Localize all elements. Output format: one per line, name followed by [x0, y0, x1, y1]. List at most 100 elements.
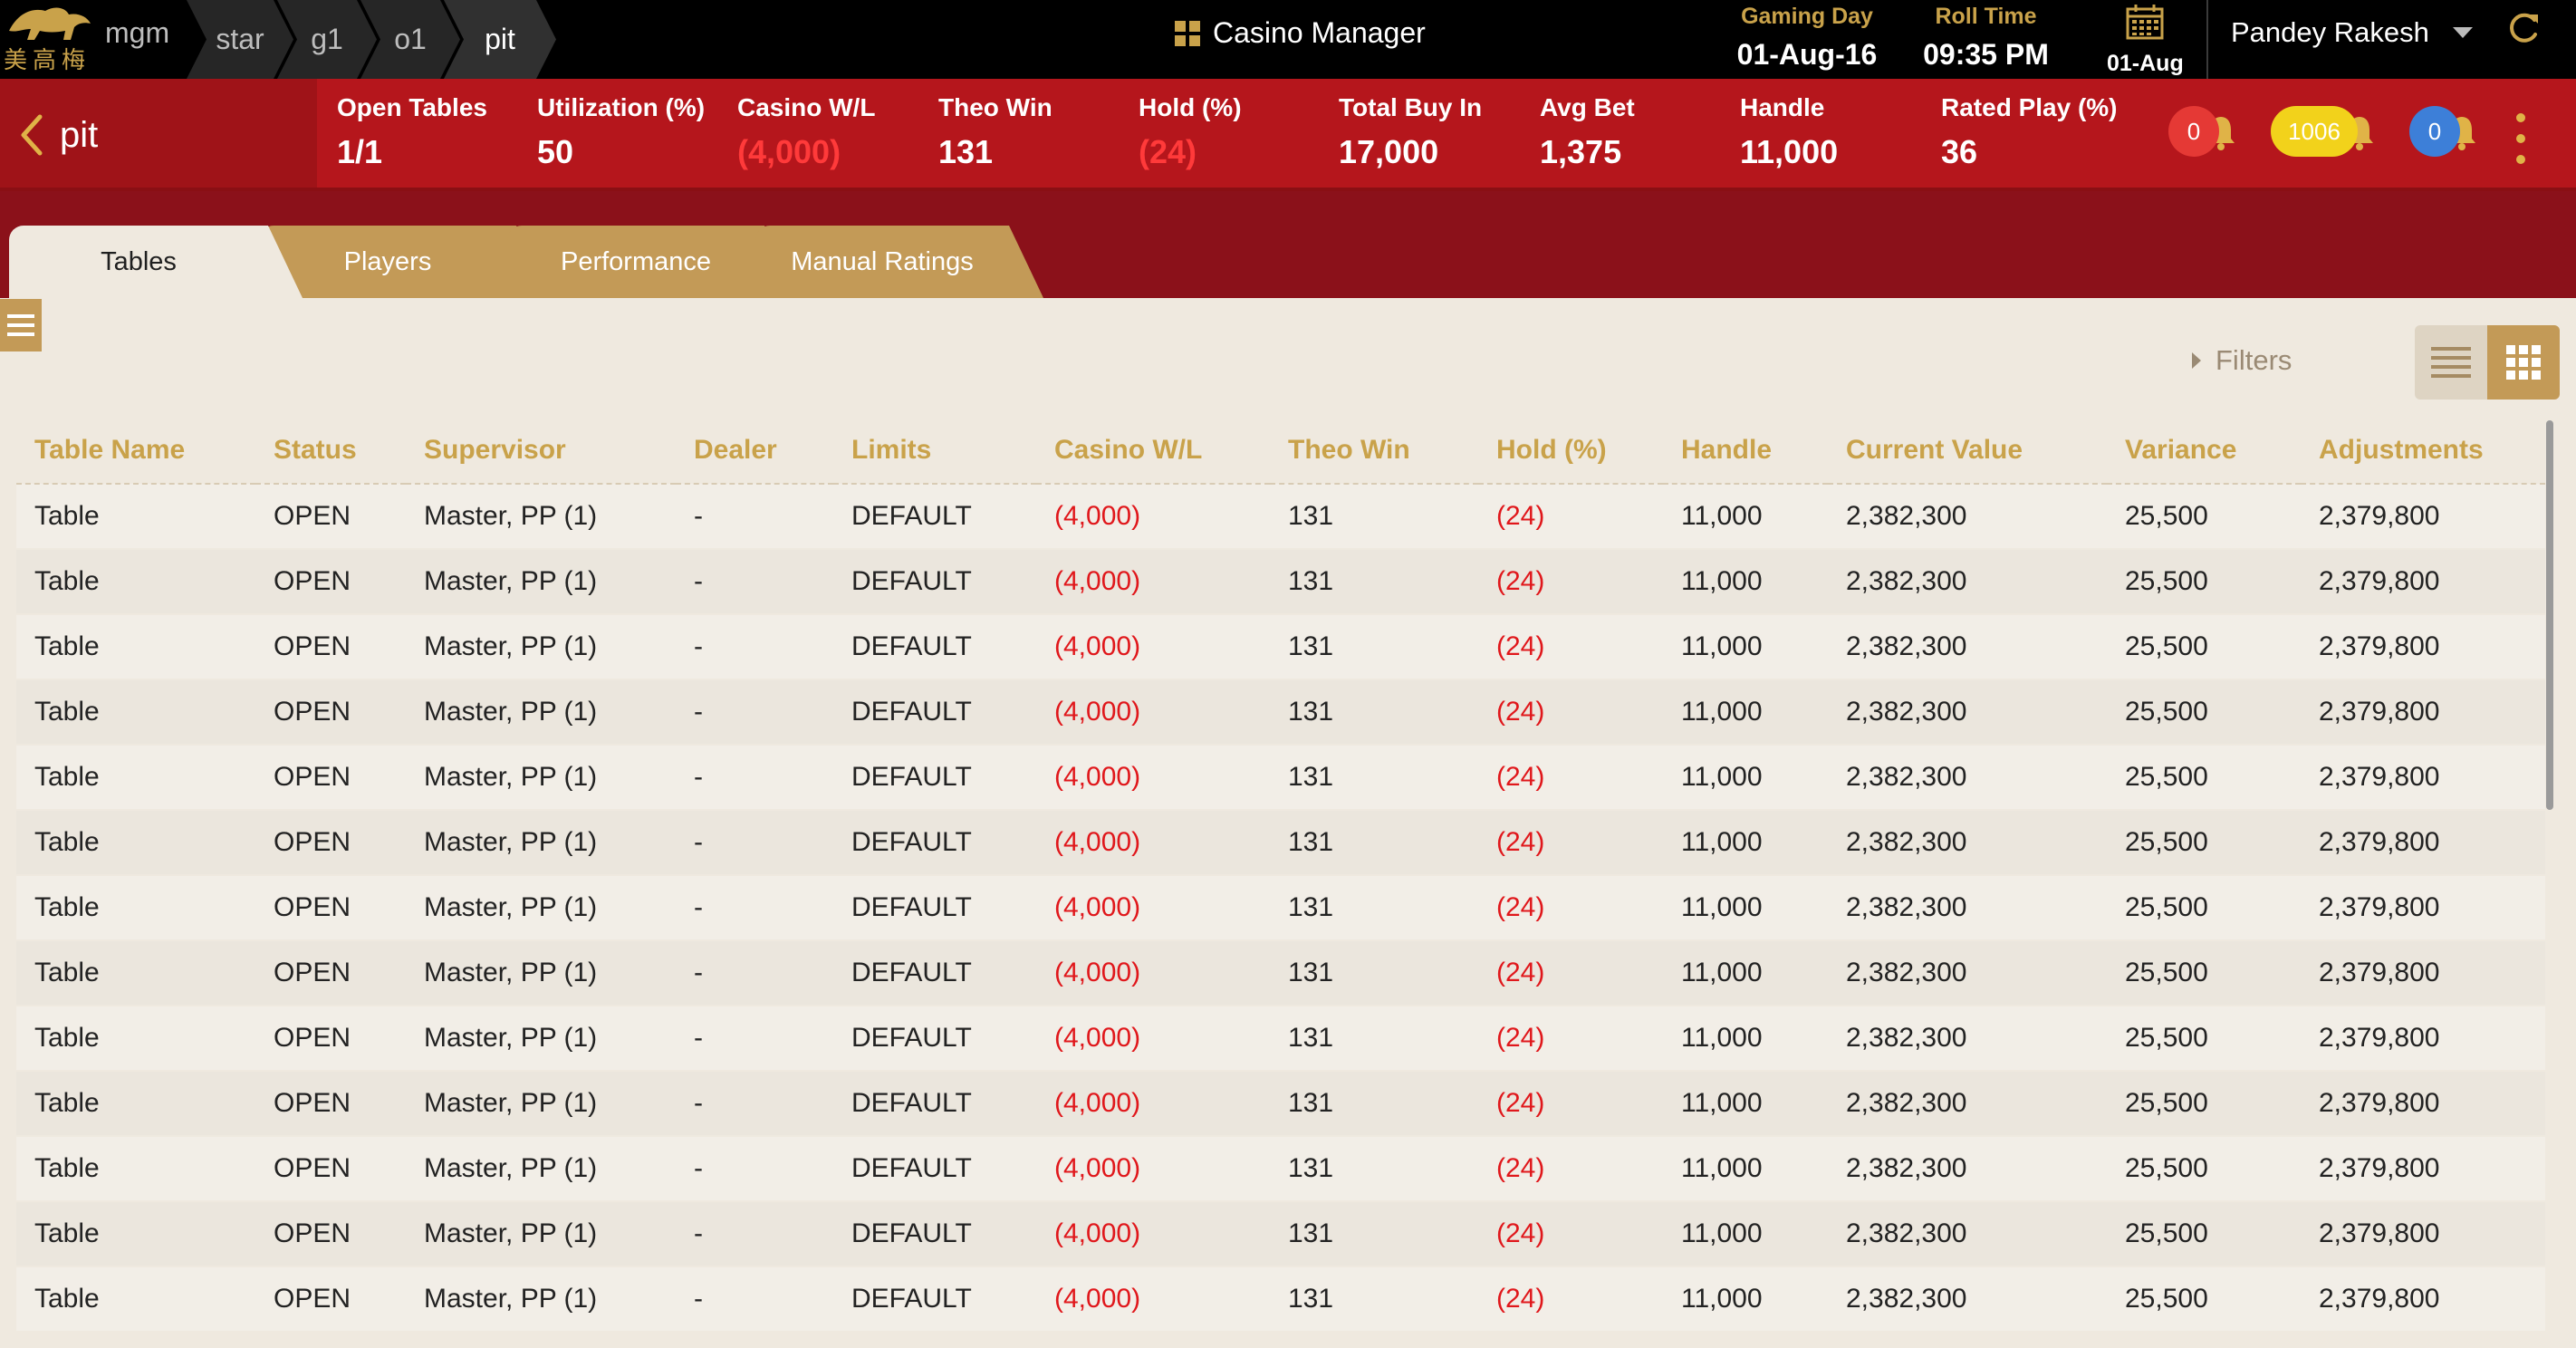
table-row[interactable]: Table OPEN Master, PP (1) - DEFAULT (4,000) 13…	[16, 1201, 2545, 1266]
roll-time-value: 09:35 PM	[1923, 38, 2049, 71]
user-menu[interactable]: Pandey Rakesh	[2231, 16, 2473, 49]
table-cell: Table	[34, 1153, 100, 1183]
table-cell: Table	[34, 1023, 100, 1053]
column-header[interactable]: Supervisor	[406, 417, 676, 485]
table-cell: (4,000)	[1054, 892, 1141, 922]
column-header[interactable]: Status	[255, 417, 406, 485]
table-cell: 25,500	[2125, 892, 2208, 922]
table-cell: 2,382,300	[1846, 697, 1967, 727]
table-cell: (24)	[1496, 892, 1545, 922]
column-header[interactable]: Current Value	[1828, 417, 2107, 485]
table-row[interactable]: Table OPEN Master, PP (1) - DEFAULT (4,000) 13…	[16, 1006, 2545, 1071]
table-cell: DEFAULT	[851, 1153, 972, 1183]
column-header[interactable]: Hold (%)	[1478, 417, 1663, 485]
table-cell: 2,382,300	[1846, 1088, 1967, 1118]
table-cell: (24)	[1496, 1284, 1545, 1314]
back-button[interactable]: pit	[0, 79, 317, 188]
notification-yellow[interactable]: 1006	[2271, 106, 2379, 159]
table-cell: Master, PP (1)	[424, 631, 598, 661]
table-cell: -	[694, 631, 703, 661]
table-cell: 2,382,300	[1846, 762, 1967, 792]
tab-players[interactable]: Players	[259, 226, 551, 298]
tab-manual-ratings[interactable]: Manual Ratings	[755, 226, 1043, 298]
table-cell: (4,000)	[1054, 958, 1141, 987]
grid-view-icon	[2506, 345, 2541, 380]
table-cell: Table	[34, 1284, 100, 1314]
table-cell: (24)	[1496, 958, 1545, 987]
table-cell: 131	[1288, 566, 1334, 596]
table-row[interactable]: Table OPEN Master, PP (1) - DEFAULT (4,000) 13…	[16, 549, 2545, 614]
table-cell: 2,379,800	[2319, 501, 2440, 531]
brand-logo[interactable]: 美高梅	[0, 0, 101, 79]
table-cell: OPEN	[274, 958, 351, 987]
column-header[interactable]: Limits	[833, 417, 1036, 485]
table-cell: 11,000	[1681, 762, 1763, 792]
table-cell: Master, PP (1)	[424, 1153, 598, 1183]
table-cell: -	[694, 762, 703, 792]
table-cell: -	[694, 827, 703, 857]
table-cell: (24)	[1496, 501, 1545, 531]
table-row[interactable]: Table OPEN Master, PP (1) - DEFAULT (4,000) 13…	[16, 679, 2545, 745]
table-cell: 131	[1288, 1153, 1334, 1183]
table-cell: 11,000	[1681, 631, 1763, 661]
table-cell: (4,000)	[1054, 1218, 1141, 1248]
column-header[interactable]: Handle	[1663, 417, 1828, 485]
table-row[interactable]: Table OPEN Master, PP (1) - DEFAULT (4,000) 13…	[16, 875, 2545, 940]
refresh-icon[interactable]	[2502, 7, 2543, 49]
column-header[interactable]: Adjustments	[2301, 417, 2545, 485]
notification-blue[interactable]: 0	[2409, 106, 2482, 159]
table-cell: -	[694, 958, 703, 987]
notification-count: 0	[2168, 106, 2219, 157]
table-cell: 11,000	[1681, 697, 1763, 727]
table-row[interactable]: Table OPEN Master, PP (1) - DEFAULT (4,000) 13…	[16, 484, 2545, 549]
table-cell: (24)	[1496, 762, 1545, 792]
table-cell: -	[694, 566, 703, 596]
filters-button[interactable]: Filters	[2192, 344, 2292, 377]
list-view-button[interactable]	[2415, 325, 2487, 400]
table-row[interactable]: Table OPEN Master, PP (1) - DEFAULT (4,000) 13…	[16, 940, 2545, 1006]
table-cell: 25,500	[2125, 958, 2208, 987]
table-cell: Master, PP (1)	[424, 762, 598, 792]
stat-avg-bet: Avg Bet 1,375	[1540, 93, 1635, 170]
notification-count: 1006	[2271, 106, 2358, 157]
table-row[interactable]: Table OPEN Master, PP (1) - DEFAULT (4,000) 13…	[16, 745, 2545, 810]
menu-icon[interactable]	[0, 299, 42, 351]
tab-tables[interactable]: Tables	[9, 226, 303, 298]
grid-view-button[interactable]	[2487, 325, 2560, 400]
calendar-icon[interactable]	[2125, 4, 2165, 40]
column-header[interactable]: Table Name	[16, 417, 255, 485]
table-cell: 25,500	[2125, 631, 2208, 661]
tab-strip: Players Performance Manual Ratings Table…	[0, 191, 2576, 298]
stat-casino-wl: Casino W/L (4,000)	[737, 93, 876, 170]
more-vertical-icon[interactable]	[2514, 113, 2527, 164]
table-cell: (4,000)	[1054, 1284, 1141, 1314]
column-header[interactable]: Variance	[2107, 417, 2301, 485]
notification-count: 0	[2409, 106, 2460, 157]
table-cell: 131	[1288, 1284, 1334, 1314]
column-header[interactable]: Dealer	[676, 417, 833, 485]
table-cell: Master, PP (1)	[424, 827, 598, 857]
table-cell: -	[694, 1284, 703, 1314]
table-cell: 2,379,800	[2319, 1088, 2440, 1118]
column-header[interactable]: Casino W/L	[1036, 417, 1270, 485]
table-cell: OPEN	[274, 1284, 351, 1314]
table-cell: Table	[34, 566, 100, 596]
column-header[interactable]: Theo Win	[1270, 417, 1478, 485]
table-cell: 2,379,800	[2319, 1284, 2440, 1314]
table-row[interactable]: Table OPEN Master, PP (1) - DEFAULT (4,000) 13…	[16, 1266, 2545, 1332]
breadcrumb-pit[interactable]: pit	[444, 0, 556, 79]
table-cell: 131	[1288, 697, 1334, 727]
tab-performance[interactable]: Performance	[507, 226, 799, 298]
notification-red[interactable]: 0	[2168, 106, 2241, 159]
table-row[interactable]: Table OPEN Master, PP (1) - DEFAULT (4,000) 13…	[16, 1071, 2545, 1136]
table-cell: Table	[34, 827, 100, 857]
tables-grid: Table Name Status Supervisor Dealer Limits Ca…	[16, 417, 2545, 1348]
table-cell: Table	[34, 631, 100, 661]
table-cell: DEFAULT	[851, 892, 972, 922]
vertical-scrollbar[interactable]	[2546, 420, 2553, 810]
breadcrumb-star[interactable]: star	[187, 0, 293, 79]
table-row[interactable]: Table OPEN Master, PP (1) - DEFAULT (4,000) 13…	[16, 810, 2545, 875]
table-row[interactable]: Table OPEN Master, PP (1) - DEFAULT (4,000) 13…	[16, 1136, 2545, 1201]
table-cell: 2,382,300	[1846, 501, 1967, 531]
table-row[interactable]: Table OPEN Master, PP (1) - DEFAULT (4,000) 13…	[16, 614, 2545, 679]
